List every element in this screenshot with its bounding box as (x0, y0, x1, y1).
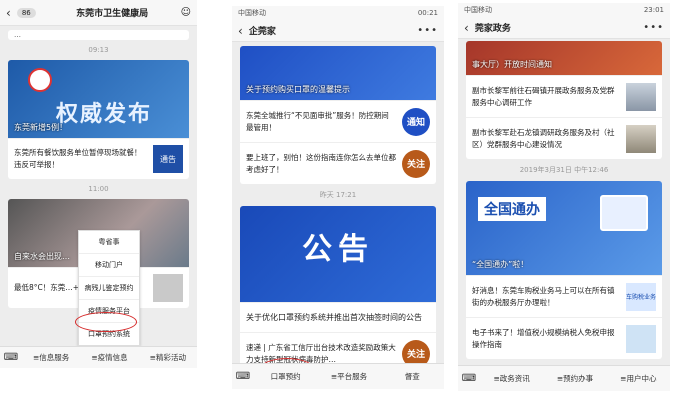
more-icon[interactable]: ••• (643, 22, 664, 33)
hero-caption: 自来水会出现… (14, 252, 70, 261)
previous-card[interactable]: … (8, 30, 189, 40)
bottom-menu: ⌨ ≡信息服务 ≡疫情信息 ≡精彩活动 (0, 346, 197, 368)
list-item-title: 东莞全城推行“不见面审批”服务！防控期间最管用！ (246, 110, 389, 132)
menu-tab[interactable]: ≡政务资讯 (480, 373, 543, 384)
menu-item[interactable]: 病残儿鉴定预约 (79, 277, 139, 300)
ebook-thumbnail (626, 324, 656, 353)
list-item[interactable]: 副市长黎军前往石碣镇开展政务服务及党群服务中心调研工作 (466, 75, 662, 117)
list-item-title: 要上班了，别怕！这份指南连你怎么去单位都考虑好了！ (246, 152, 396, 174)
notice-badge: 通知 (402, 107, 430, 136)
keyboard-icon[interactable]: ⌨ (0, 352, 22, 363)
phone-screen-1: ‹ 86 东莞市卫生健康局 ☺ … 09:13 权威发布 东莞新增5例！ 东莞所… (0, 0, 197, 368)
hero-image: 权威发布 东莞新增5例！ (8, 60, 189, 138)
photo-thumbnail (626, 124, 656, 153)
back-icon[interactable]: ‹ (6, 6, 11, 20)
carrier-label: 中国移动 (238, 9, 266, 17)
hero-image: 全国通办 “全国通办”啦！ (466, 181, 662, 275)
title-bar: ‹ 86 东莞市卫生健康局 ☺ (0, 0, 197, 26)
thumbnail (153, 274, 183, 302)
bottom-menu: ⌨ 口罩预约 ≡平台服务 督查 (232, 363, 444, 389)
hero-caption: 事大厅）开放时间通知 (472, 60, 552, 69)
list-item-title: 电子书来了！增值税小规模纳税人免税申报操作指南 (472, 327, 615, 349)
timestamp: 2019年3月31日 中午12:46 (519, 166, 609, 174)
title-bar: ‹ 企莞家 ••• (232, 20, 444, 42)
page-title: 东莞市卫生健康局 (76, 9, 149, 19)
thumbnail-text: 通告 (160, 154, 176, 164)
hero-image: 关于预约购买口罩的温馨提示 (240, 46, 436, 100)
photo-thumbnail (626, 82, 656, 111)
menu-tab[interactable]: ≡信息服务 (22, 352, 80, 363)
clock: 23:01 (643, 6, 664, 14)
profile-icon[interactable]: ☺ (181, 7, 191, 18)
badge-text: 关注 (406, 160, 425, 170)
timestamp: 11:00 (88, 185, 109, 193)
list-item-title: 副市长黎军赴石龙镇调研政务服务及村（社区）党群服务中心建设情况 (472, 127, 615, 149)
list-item-title: 关于优化口罩预约系统并推出首次抽签时间的公告 (246, 312, 422, 322)
list-item[interactable]: 电子书来了！增值税小规模纳税人免税申报操作指南 (466, 317, 662, 359)
article-card[interactable]: 全国通办 “全国通办”啦！ 好消息！东莞车购税业务马上可以在所有镇街的办税服务厅… (466, 181, 662, 359)
timestamp: 09:13 (88, 46, 109, 54)
notice-thumbnail: 通告 (153, 145, 183, 173)
hero-image: 事大厅）开放时间通知 (466, 41, 662, 75)
keyboard-icon[interactable]: ⌨ (458, 373, 480, 384)
list-item-title: 好消息！东莞车购税业务马上可以在所有镇街的办税服务厅办理啦！ (472, 285, 615, 307)
id-card-icon (600, 195, 648, 231)
list-item[interactable]: 副市长黎军赴石龙镇调研政务服务及村（社区）党群服务中心建设情况 (466, 117, 662, 159)
tax-thumbnail: 车购税业务 (626, 282, 657, 311)
phone-screen-2: 中国移动 00:21 ‹ 企莞家 ••• 关于预约购买口罩的温馨提示 东莞全城推… (232, 6, 444, 389)
menu-tab[interactable]: ≡疫情信息 (80, 352, 138, 363)
back-icon[interactable]: ‹ (464, 21, 469, 35)
page-title: 莞家政务 (474, 24, 511, 34)
title-bar: ‹ 莞家政务 ••• (458, 17, 670, 39)
menu-tab-mask-booking[interactable]: 口罩预约 (254, 371, 317, 382)
menu-tab[interactable]: ≡精彩活动 (139, 352, 197, 363)
timestamp: 昨天 17:21 (319, 191, 357, 199)
keyboard-icon[interactable]: ⌨ (232, 371, 254, 382)
phone-screen-3: 中国移动 23:01 ‹ 莞家政务 ••• 事大厅）开放时间通知 副市长黎军前往… (458, 3, 670, 391)
hero-caption: “全国通办”啦！ (472, 260, 529, 269)
status-bar: 中国移动 23:01 (458, 3, 670, 17)
article-card[interactable]: 事大厅）开放时间通知 副市长黎军前往石碣镇开展政务服务及党群服务中心调研工作 副… (466, 41, 662, 159)
menu-tab[interactable]: ≡平台服务 (317, 371, 380, 382)
clock: 00:21 (417, 9, 438, 17)
list-item-title: 副市长黎军前往石碣镇开展政务服务及党群服务中心调研工作 (472, 85, 615, 107)
previous-card-text: … (14, 31, 21, 39)
badge-text: 关注 (406, 350, 425, 360)
thumbnail-text: 车购税业务 (626, 294, 657, 301)
emblem-icon (28, 68, 52, 92)
list-item[interactable]: 好消息！东莞车购税业务马上可以在所有镇街的办税服务厅办理啦！ 车购税业务 (466, 275, 662, 317)
hero-image: 公告 (240, 206, 436, 302)
back-icon[interactable]: ‹ (238, 24, 243, 38)
list-item[interactable]: 东莞所有餐饮服务单位暂停现场就餐！违反可举报！ 通告 (8, 138, 189, 179)
bottom-menu: ⌨ ≡政务资讯 ≡预约办事 ≡用户中心 (458, 365, 670, 391)
list-item[interactable]: 关于优化口罩预约系统并推出首次抽签时间的公告 (240, 302, 436, 332)
hero-title: 公告 (302, 232, 374, 267)
hero-caption: 关于预约购买口罩的温馨提示 (246, 85, 350, 94)
more-icon[interactable]: ••• (417, 25, 438, 36)
list-item[interactable]: 要上班了，别怕！这份指南连你怎么去单位都考虑好了！ 关注 (240, 142, 436, 184)
hero-title: 权威发布 (56, 102, 153, 127)
page-title: 企莞家 (248, 27, 276, 37)
highlight-ring (75, 312, 137, 332)
list-item-title: 东莞所有餐饮服务单位暂停现场就餐！违反可举报！ (14, 148, 142, 169)
menu-tab[interactable]: ≡用户中心 (607, 373, 670, 384)
article-card[interactable]: 公告 关于优化口罩预约系统并推出首次抽签时间的公告 速递 | 广东省工信厅出台技… (240, 206, 436, 374)
menu-item[interactable]: 移动门户 (79, 254, 139, 277)
article-card[interactable]: 关于预约购买口罩的温馨提示 东莞全城推行“不见面审批”服务！防控期间最管用！ 通… (240, 46, 436, 184)
badge-text: 通知 (406, 118, 425, 128)
carrier-label: 中国移动 (464, 6, 492, 14)
article-card[interactable]: 权威发布 东莞新增5例！ 东莞所有餐饮服务单位暂停现场就餐！违反可举报！ 通告 (8, 60, 189, 179)
hero-title: 全国通办 (478, 197, 546, 221)
list-item[interactable]: 东莞全城推行“不见面审批”服务！防控期间最管用！ 通知 (240, 100, 436, 142)
menu-tab[interactable]: 督查 (381, 371, 444, 382)
hero-caption: 东莞新增5例！ (14, 123, 68, 132)
menu-item[interactable]: 粤省事 (79, 231, 139, 254)
unread-badge: 86 (16, 7, 36, 18)
menu-tab-booking[interactable]: ≡预约办事 (543, 373, 606, 384)
follow-badge: 关注 (402, 149, 430, 178)
status-bar: 中国移动 00:21 (232, 6, 444, 20)
